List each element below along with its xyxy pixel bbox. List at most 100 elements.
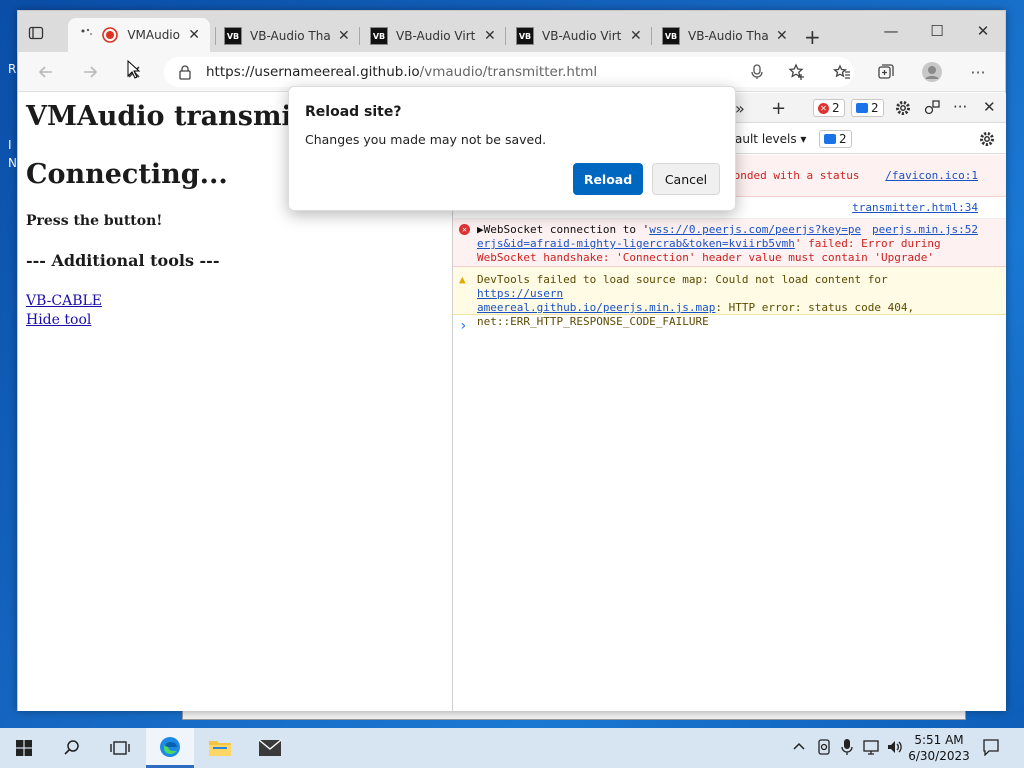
expand-triangle[interactable]: ▶WebSocket connection to ' [477, 223, 649, 236]
collections-icon[interactable] [872, 59, 900, 85]
console-source-link[interactable]: /favicon.ico:1 [885, 169, 978, 183]
file-explorer-button[interactable] [196, 728, 244, 768]
profile-avatar-icon[interactable] [918, 59, 946, 85]
add-favorite-icon[interactable] [788, 63, 806, 81]
desktop-label-i: I [8, 138, 12, 152]
edge-icon [160, 736, 180, 757]
vb-favicon-icon: VB [370, 27, 388, 45]
start-button[interactable] [0, 728, 48, 768]
console-source-link[interactable]: peerjs.min.js:52 [872, 223, 978, 237]
device-icon[interactable] [816, 738, 832, 760]
tab-vb-audio-4[interactable]: VB VB-Audio Than ✕ [652, 19, 798, 53]
devtools-settings-icon[interactable] [895, 100, 911, 116]
url-text: https://usernameereal.github.io/vmaudio/… [206, 64, 597, 80]
edge-taskbar-button[interactable] [146, 728, 194, 768]
folder-icon [209, 741, 231, 756]
hide-tool-link[interactable]: Hide tool [26, 311, 444, 330]
close-tab-icon[interactable]: ✕ [776, 28, 788, 44]
vb-favicon-icon: VB [224, 27, 242, 45]
loading-icon [78, 26, 96, 44]
tab-vmaudio[interactable]: VMAudio ✕ [68, 18, 210, 52]
desktop-label-n: N [8, 156, 17, 170]
sourcemap-url-continued[interactable]: ameereal.github.io/peerjs.min.js.map [477, 301, 715, 314]
tool-links: VB-CABLE Hide tool [26, 292, 444, 330]
more-tabs-icon[interactable]: » [735, 99, 745, 118]
log-levels-dropdown[interactable]: ault levels ▾ [735, 132, 806, 146]
clock-time: 5:51 AM [914, 733, 964, 747]
tab-title: VB-Audio Than [250, 29, 330, 43]
filter-message-badge[interactable]: 2 [819, 130, 852, 148]
console-error-row: ✕ ▶WebSocket connection to 'wss://0.peer… [453, 219, 1006, 267]
desktop-icon-labels: R I N [8, 60, 17, 172]
cancel-button[interactable]: Cancel [652, 163, 720, 195]
settings-more-icon[interactable]: ··· [964, 59, 992, 85]
clock-date: 6/30/2023 [908, 749, 970, 763]
record-icon [102, 26, 120, 44]
error-icon: ✕ [459, 224, 470, 235]
favorites-icon[interactable] [828, 59, 856, 85]
microphone-icon[interactable] [750, 64, 764, 80]
customize-icon[interactable] [923, 99, 941, 117]
vb-favicon-icon: VB [662, 27, 680, 45]
search-button[interactable] [48, 728, 96, 768]
reload-site-dialog: Reload site? Changes you made may not be… [288, 86, 736, 211]
task-view-button[interactable] [96, 728, 144, 768]
error-count-badge[interactable]: ✕ 2 [813, 99, 845, 117]
tab-actions-button[interactable] [24, 21, 48, 45]
console-prompt[interactable]: › [453, 319, 1006, 337]
minimize-icon[interactable]: — [868, 17, 914, 45]
url-host: https://usernameereal.github.io [206, 64, 420, 80]
console-source-link[interactable]: transmitter.html:34 [852, 201, 978, 215]
back-icon[interactable] [32, 59, 60, 85]
add-tab-icon[interactable]: + [771, 98, 786, 119]
lock-icon [179, 65, 191, 80]
new-tab-icon[interactable]: + [804, 25, 821, 49]
close-tab-icon[interactable]: ✕ [338, 28, 350, 44]
console-text: : HTTP error: status code 404, [715, 301, 915, 314]
tab-vb-audio-3[interactable]: VB VB-Audio Virtu ✕ [506, 19, 652, 53]
error-icon: ✕ [818, 102, 829, 114]
tab-title: VB-Audio Than [688, 29, 768, 43]
message-count: 2 [871, 101, 879, 115]
filter-count: 2 [839, 132, 847, 146]
microphone-tray-icon[interactable] [840, 738, 854, 760]
tab-title: VB-Audio Virtu [396, 29, 476, 43]
message-icon [824, 134, 836, 144]
instruction-text: Press the button! [26, 213, 163, 229]
mouse-cursor-icon [127, 60, 141, 79]
close-tab-icon[interactable]: ✕ [484, 28, 496, 44]
close-window-icon[interactable]: ✕ [960, 17, 1006, 45]
taskbar: 5:51 AM 6/30/2023 [0, 728, 1024, 768]
close-tab-icon[interactable]: ✕ [630, 28, 642, 44]
address-bar[interactable]: https://usernameereal.github.io/vmaudio/… [164, 57, 854, 87]
tab-strip: VMAudio ✕ VB VB-Audio Than ✕ VB VB-Audio… [18, 11, 1005, 52]
close-tab-icon[interactable]: ✕ [188, 27, 200, 43]
tab-vb-audio-2[interactable]: VB VB-Audio Virtu ✕ [360, 19, 506, 53]
vb-cable-link[interactable]: VB-CABLE [26, 292, 444, 311]
websocket-url-link[interactable]: wss://0.peerjs.com/peerjs?key=pe [649, 223, 861, 236]
show-hidden-icons-icon[interactable] [792, 739, 806, 757]
mail-button[interactable] [246, 728, 294, 768]
desktop-label-r: R [8, 62, 17, 76]
system-clock[interactable]: 5:51 AM 6/30/2023 [900, 732, 978, 764]
tab-title: VMAudio [127, 28, 180, 42]
tab-vb-audio-1[interactable]: VB VB-Audio Than ✕ [214, 19, 360, 53]
notifications-icon[interactable] [982, 738, 1000, 760]
error-count: 2 [832, 101, 840, 115]
vb-favicon-icon: VB [516, 27, 534, 45]
reload-button[interactable]: Reload [573, 163, 643, 195]
sourcemap-url-link[interactable]: https://usern [477, 287, 563, 300]
maximize-icon[interactable]: ☐ [914, 17, 960, 45]
forward-icon[interactable] [76, 59, 104, 85]
console-text: ' failed: Error during [794, 237, 941, 250]
mail-icon [258, 739, 282, 756]
network-icon[interactable] [862, 738, 882, 760]
devtools-more-icon[interactable]: ··· [953, 98, 967, 116]
console-settings-icon[interactable] [979, 131, 995, 147]
websocket-url-continued[interactable]: erjs&id=afraid-mighty-ligercrab&token=kv… [477, 237, 795, 250]
search-icon [64, 740, 79, 755]
console-text: DevTools failed to load source map: Coul… [477, 273, 888, 286]
close-devtools-icon[interactable]: ✕ [983, 98, 996, 116]
message-count-badge[interactable]: 2 [851, 99, 884, 117]
warning-icon: ▲ [459, 273, 466, 286]
